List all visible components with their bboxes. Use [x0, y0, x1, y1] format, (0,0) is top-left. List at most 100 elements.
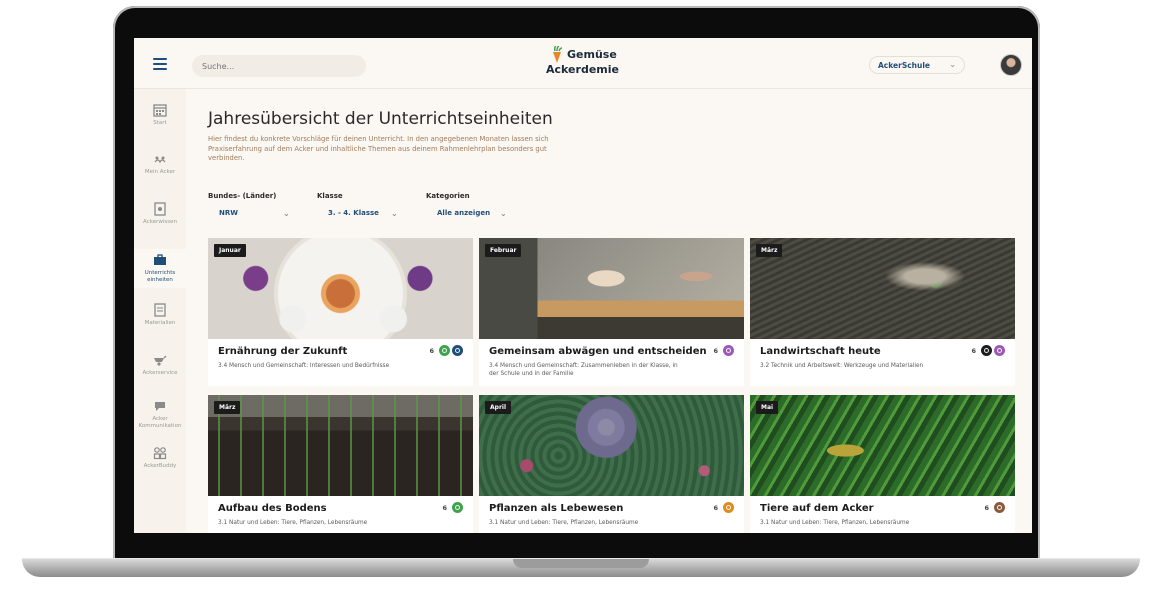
leaf-icon	[452, 502, 463, 513]
filter-label-bundesland: Bundes- (Länder)	[208, 192, 277, 200]
sidebar-item-label: Unterrichts einheiten	[144, 270, 176, 283]
lesson-count: 6	[713, 346, 718, 355]
card-image: April	[479, 395, 744, 496]
month-badge: Mai	[756, 401, 779, 414]
card-subtitle: 3.4 Mensch und Gemeinschaft: Zusammenleb…	[489, 363, 678, 377]
card-subtitle: 3.4 Mensch und Gemeinschaft: Interessen …	[218, 363, 390, 369]
filter-select-klasse[interactable]: 3. - 4. Klasse ⌄	[328, 209, 408, 223]
school-select-value: AckerSchule	[878, 61, 931, 70]
category-icon	[981, 345, 992, 356]
card-title: Tiere auf dem Acker	[760, 503, 874, 514]
filter-select-kategorien[interactable]: Alle anzeigen ⌄	[437, 209, 517, 223]
sidebar-item-start[interactable]: Start	[134, 103, 186, 127]
leaf-icon	[439, 345, 450, 356]
carrot-logo-icon	[553, 46, 563, 63]
card-badges: 6	[713, 502, 734, 513]
category-icon	[994, 345, 1005, 356]
month-badge: April	[485, 401, 512, 414]
category-icon	[723, 345, 734, 356]
lesson-card[interactable]: Januar Ernährung der Zukunft 3.4 Mensch …	[208, 238, 473, 386]
logo[interactable]: Gemüse Ackerdemie	[546, 46, 626, 82]
book-icon	[154, 202, 166, 216]
lesson-count: 6	[429, 346, 434, 355]
sidebar-item-mein-acker[interactable]: Mein Acker	[134, 152, 186, 176]
chat-icon	[155, 402, 165, 411]
sidebar-item-materialien[interactable]: Materialien	[134, 303, 186, 327]
lesson-card[interactable]: Februar Gemeinsam abwägen und entscheide…	[479, 238, 744, 386]
avatar[interactable]	[1000, 54, 1022, 76]
month-badge: März	[756, 244, 783, 257]
category-icon	[723, 502, 734, 513]
briefcase-icon	[154, 254, 166, 265]
page-description: Hier findest du konkrete Vorschläge für …	[208, 135, 549, 162]
lesson-count: 6	[971, 346, 976, 355]
card-image: März	[208, 395, 473, 496]
card-title: Aufbau des Bodens	[218, 503, 327, 514]
card-title: Landwirtschaft heute	[760, 346, 881, 357]
lesson-count: 6	[984, 503, 989, 512]
sidebar-item-label: AckerBuddy	[143, 463, 177, 469]
card-title: Pflanzen als Lebewesen	[489, 503, 624, 514]
document-icon	[154, 303, 166, 317]
filter-label-kategorien: Kategorien	[426, 192, 470, 200]
lesson-card[interactable]: April Pflanzen als Lebewesen 3.1 Natur u…	[479, 395, 744, 533]
card-subtitle: 3.2 Technik und Arbeitswelt: Werkzeuge u…	[760, 363, 924, 369]
filter-value: NRW	[219, 209, 238, 217]
card-subtitle: 3.1 Natur und Leben: Tiere, Pflanzen, Le…	[218, 520, 368, 526]
card-badges: 6	[984, 502, 1005, 513]
filter-select-bundesland[interactable]: NRW ⌄	[219, 209, 297, 223]
chevron-down-icon: ⌄	[283, 209, 290, 218]
sidebar-item-ackerbuddy[interactable]: AckerBuddy	[134, 446, 186, 470]
card-badges: 6	[971, 345, 1005, 356]
lesson-count: 6	[713, 503, 718, 512]
sidebar-item-label: Ackerservice	[142, 370, 178, 376]
sidebar-item-label: Mein Acker	[144, 169, 176, 175]
card-badges: 6	[429, 345, 463, 356]
laptop-notch	[513, 559, 649, 568]
card-image: Februar	[479, 238, 744, 339]
sidebar-item-unterrichtseinheiten[interactable]: Unterrichts einheiten	[134, 249, 186, 288]
menu-icon[interactable]	[153, 58, 167, 70]
sidebar-item-ackerwissen[interactable]: Ackerwissen	[134, 202, 186, 226]
lesson-count: 6	[442, 503, 447, 512]
sprout-icon	[154, 156, 166, 164]
filter-value: 3. - 4. Klasse	[328, 209, 379, 217]
card-badges: 6	[713, 345, 734, 356]
month-badge: März	[214, 401, 241, 414]
filter-value: Alle anzeigen	[437, 209, 491, 217]
lesson-card[interactable]: März Aufbau des Bodens 3.1 Natur und Leb…	[208, 395, 473, 533]
sidebar-item-label: Materialien	[144, 320, 176, 326]
card-badges: 6	[442, 502, 463, 513]
sidebar: Start Mein Acker Ackerwissen Unterrichts…	[134, 89, 186, 533]
sidebar-item-ackerservice[interactable]: Ackerservice	[134, 353, 186, 377]
card-title: Gemeinsam abwägen und entscheiden	[489, 346, 707, 357]
card-image: Mai	[750, 395, 1015, 496]
filter-label-klasse: Klasse	[317, 192, 343, 200]
chevron-down-icon: ⌄	[949, 60, 956, 69]
search-input[interactable]	[192, 55, 366, 77]
calendar-icon	[153, 104, 167, 117]
people-icon	[153, 447, 167, 460]
sidebar-item-label: Start	[153, 120, 167, 126]
month-badge: Januar	[214, 244, 246, 257]
logo-line-1: Gemüse	[567, 48, 617, 61]
month-badge: Februar	[485, 244, 522, 257]
wheelbarrow-icon	[154, 355, 167, 366]
top-bar: Gemüse Ackerdemie AckerSchule ⌄	[134, 38, 1032, 89]
screen: Gemüse Ackerdemie AckerSchule ⌄ Start Me…	[134, 38, 1032, 533]
sidebar-item-acker-kommunikation[interactable]: Acker Kommunikation	[134, 399, 186, 430]
lesson-card[interactable]: März Landwirtschaft heute 3.2 Technik un…	[750, 238, 1015, 386]
chevron-down-icon: ⌄	[500, 209, 507, 218]
page-title: Jahresübersicht der Unterrichtseinheiten	[208, 109, 553, 129]
sidebar-item-label: Ackerwissen	[143, 219, 177, 225]
card-subtitle: 3.1 Natur und Leben: Tiere, Pflanzen, Le…	[489, 520, 639, 526]
category-icon	[994, 502, 1005, 513]
card-subtitle: 3.1 Natur und Leben: Tiere, Pflanzen, Le…	[760, 520, 910, 526]
lesson-card[interactable]: Mai Tiere auf dem Acker 3.1 Natur und Le…	[750, 395, 1015, 533]
school-select[interactable]: AckerSchule ⌄	[869, 56, 965, 74]
card-image: Januar	[208, 238, 473, 339]
chevron-down-icon: ⌄	[391, 209, 398, 218]
logo-line-2: Ackerdemie	[546, 63, 619, 76]
category-icon	[452, 345, 463, 356]
card-title: Ernährung der Zukunft	[218, 346, 348, 357]
